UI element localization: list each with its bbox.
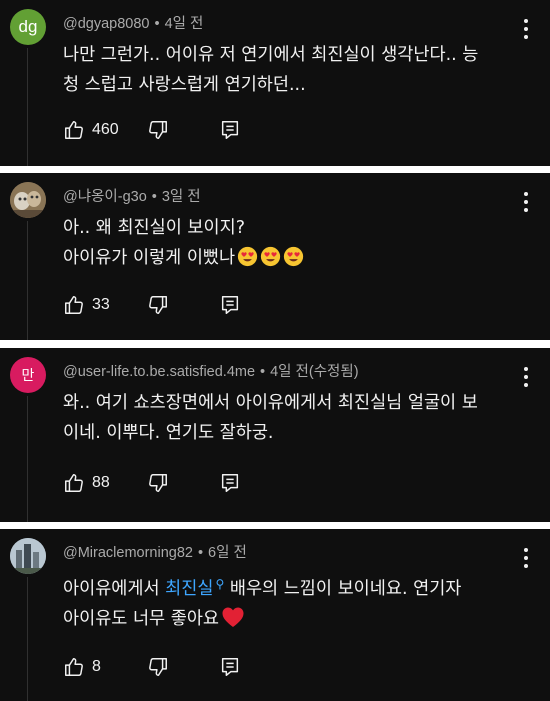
reply-icon[interactable]	[219, 656, 241, 678]
comment-time[interactable]: 6일 전	[208, 545, 247, 561]
avatar-initials: 만	[21, 367, 35, 383]
comment-text-line: 이네. 이뿌다. 연기도 잘하궁.	[63, 423, 274, 443]
comment-header: @user-life.to.be.satisfied.4me • 4일 전(수정됨)	[63, 360, 359, 381]
comment-text-fragment: 아이유가 이렇게 이뻤나	[63, 248, 236, 268]
search-link[interactable]: 최진실	[165, 579, 213, 599]
comment-author[interactable]: @Miraclemorning82	[63, 545, 193, 561]
comment-text-line: 나만 그런가.. 어이유 저 연기에서 최진실이 생각난다.. 능	[63, 45, 479, 65]
comment-text: 나만 그런가.. 어이유 저 연기에서 최진실이 생각난다.. 능 청 스럽고 …	[63, 40, 523, 100]
avatar[interactable]: dg	[10, 9, 46, 45]
like-icon[interactable]	[63, 472, 85, 494]
comment-text-fragment: 배우의 느낌이 보이네요. 연기자	[224, 579, 462, 599]
comment-text-line: 아이유에게서 최진실 ⚲ 배우의 느낌이 보이네요. 연기자	[63, 569, 523, 604]
comment-author[interactable]: @냐옹이-g3o	[63, 189, 147, 205]
comment-item: @냐옹이-g3o • 3일 전 아.. 왜 최진실이 보이지? 아이유가 이렇게 이…	[0, 173, 550, 340]
more-icon	[524, 548, 528, 552]
comment-time[interactable]: 4일 전(수정됨)	[270, 364, 358, 380]
comment-text-fragment: 아이유에게서	[63, 579, 166, 599]
comment-header: @냐옹이-g3o • 3일 전	[63, 185, 201, 206]
thread-line	[27, 396, 28, 522]
like-icon[interactable]	[63, 656, 85, 678]
comment-text-line: 와.. 여기 쇼츠장면에서 아이유에게서 최진실님 얼굴이 보	[63, 393, 478, 413]
like-count: 8	[92, 658, 101, 675]
like-count: 33	[92, 296, 110, 313]
avatar[interactable]	[10, 182, 46, 218]
dislike-icon[interactable]	[147, 294, 169, 316]
comment-actions: 33	[63, 292, 241, 318]
comment-actions: 460	[63, 117, 241, 143]
cat-photo-icon	[10, 182, 46, 218]
comment-header: @dgyap8080 • 4일 전	[63, 12, 203, 33]
comment-author[interactable]: @dgyap8080	[63, 16, 149, 32]
comment-item: 만 @user-life.to.be.satisfied.4me • 4일 전(수정…	[0, 348, 550, 522]
reply-icon[interactable]	[219, 472, 241, 494]
heart-eyes-emoji-icon	[261, 246, 281, 267]
comment-text-line: 아이유가 이렇게 이뻤나	[63, 243, 523, 273]
comment-item: dg @dgyap8080 • 4일 전 나만 그런가.. 어이유 저 연기에서 최…	[0, 0, 550, 166]
comment-actions: 88	[63, 470, 241, 496]
comment-time[interactable]: 4일 전	[165, 16, 204, 32]
more-icon	[524, 192, 528, 196]
separator-dot: •	[151, 189, 157, 205]
like-icon[interactable]	[63, 119, 85, 141]
comment-text-line: 청 스럽고 사랑스럽게 연기하던...	[63, 75, 306, 95]
separator-dot: •	[197, 545, 204, 561]
dislike-icon[interactable]	[147, 472, 169, 494]
more-options-button[interactable]	[516, 546, 536, 570]
more-options-button[interactable]	[516, 190, 536, 214]
thread-line	[27, 221, 28, 340]
more-options-button[interactable]	[516, 365, 536, 389]
separator-dot: •	[260, 364, 266, 380]
comment-text: 아이유에게서 최진실 ⚲ 배우의 느낌이 보이네요. 연기자 아이유도 너무 좋아…	[63, 569, 523, 634]
thread-line	[27, 48, 28, 166]
comment-text-fragment: 아이유도 너무 좋아요	[63, 609, 220, 629]
more-icon	[524, 19, 528, 23]
comments-list: dg @dgyap8080 • 4일 전 나만 그런가.. 어이유 저 연기에서 최…	[0, 0, 550, 701]
heart-eyes-emoji-icon	[238, 246, 258, 267]
reply-icon[interactable]	[219, 119, 241, 141]
avatar[interactable]	[10, 538, 46, 574]
comment-item: @Miraclemorning82 • 6일 전 아이유에게서 최진실 ⚲ 배우의 느…	[0, 529, 550, 701]
search-icon[interactable]: ⚲	[215, 577, 224, 591]
comment-actions: 8	[63, 654, 241, 680]
comment-author[interactable]: @user-life.to.be.satisfied.4me	[63, 364, 255, 380]
comment-text: 와.. 여기 쇼츠장면에서 아이유에게서 최진실님 얼굴이 보 이네. 이뿌다.…	[63, 388, 523, 448]
heart-eyes-emoji-icon	[284, 246, 304, 267]
dislike-icon[interactable]	[147, 119, 169, 141]
separator-dot: •	[154, 16, 160, 32]
more-icon	[524, 367, 528, 371]
comment-header: @Miraclemorning82 • 6일 전	[63, 541, 247, 562]
comment-text-line: 아이유도 너무 좋아요	[63, 604, 523, 634]
reply-icon[interactable]	[219, 294, 241, 316]
comment-text-line: 아.. 왜 최진실이 보이지?	[63, 218, 246, 238]
city-photo-icon	[10, 538, 46, 574]
like-count: 460	[92, 121, 119, 138]
like-count: 88	[92, 474, 110, 491]
dislike-icon[interactable]	[147, 656, 169, 678]
thread-line	[27, 577, 28, 701]
like-icon[interactable]	[63, 294, 85, 316]
more-options-button[interactable]	[516, 17, 536, 41]
avatar[interactable]: 만	[10, 357, 46, 393]
comment-text: 아.. 왜 최진실이 보이지? 아이유가 이렇게 이뻤나	[63, 213, 523, 273]
comment-time[interactable]: 3일 전	[162, 189, 201, 205]
avatar-initials: dg	[18, 17, 38, 36]
red-heart-emoji-icon	[222, 607, 244, 627]
